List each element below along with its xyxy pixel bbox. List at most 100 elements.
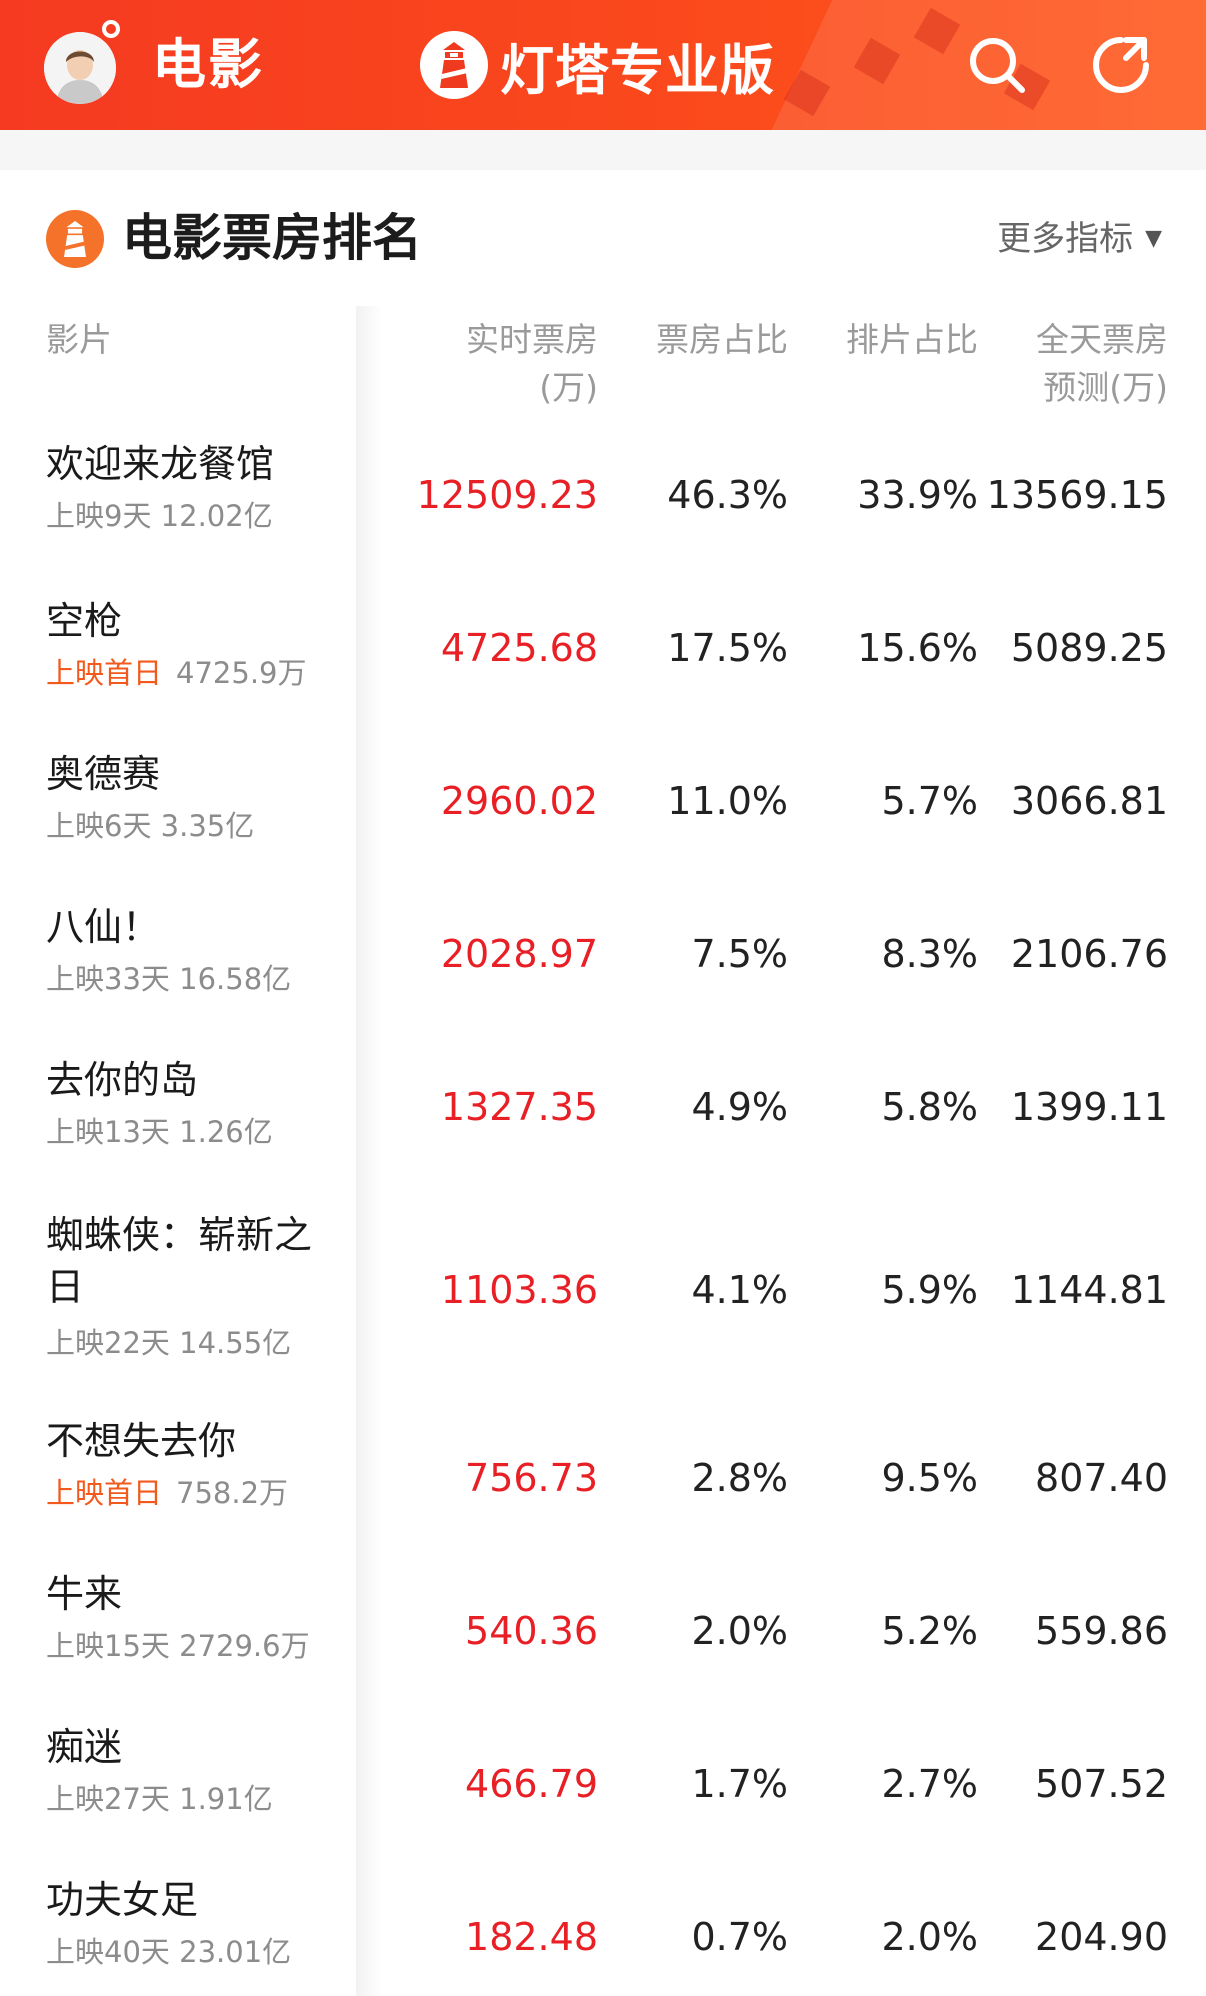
movie-release-info: 上映6天 3.35亿	[46, 806, 254, 846]
movie-release-info: 上映22天 14.55亿	[46, 1323, 291, 1363]
movie-release-info: 上映33天 16.58亿	[46, 959, 291, 999]
movie-release-detail: 上映13天 1.26亿	[46, 1115, 273, 1149]
column-header-forecast-line2: 预测(万)	[1043, 368, 1168, 407]
movie-name: 不想失去你	[46, 1419, 237, 1463]
screening-share: 15.6%	[857, 626, 978, 670]
column-header-realtime-line2: (万)	[539, 368, 598, 407]
more-metrics-label: 更多指标	[997, 219, 1134, 259]
table-row[interactable]: 奥德赛 上映6天 3.35亿 2960.02 11.0% 5.7% 3066.8…	[0, 740, 1206, 893]
section-title: 电影票房排名	[122, 209, 422, 267]
daily-forecast: 2106.76	[1010, 932, 1168, 976]
screening-share: 5.8%	[881, 1085, 978, 1129]
screening-share: 5.2%	[881, 1609, 978, 1653]
avatar-badge-ring	[102, 20, 120, 38]
more-metrics-dropdown[interactable]: 更多指标 ▼	[997, 216, 1162, 262]
brand: 灯塔专业版	[420, 30, 775, 102]
realtime-box-office: 466.79	[465, 1762, 598, 1806]
release-first-day-tag: 上映首日	[46, 656, 163, 690]
table-row[interactable]: 牛来 上映15天 2729.6万 540.36 2.0% 5.2% 559.86	[0, 1560, 1206, 1713]
movie-release-detail: 上映40天 23.01亿	[46, 1935, 292, 1969]
movie-release-detail: 上映15天 2729.6万	[46, 1629, 310, 1663]
movie-name: 八仙！	[46, 905, 161, 949]
box-office-share: 46.3%	[667, 473, 788, 517]
table-row[interactable]: 去你的岛 上映13天 1.26亿 1327.35 4.9% 5.8% 1399.…	[0, 1046, 1206, 1199]
movie-name: 空枪	[46, 599, 123, 643]
box-office-share: 11.0%	[667, 779, 788, 823]
movie-release-info: 上映9天 12.02亿	[46, 496, 273, 536]
box-office-share: 2.8%	[691, 1456, 788, 1500]
column-header-share[interactable]: 票房占比	[598, 316, 788, 364]
table-row[interactable]: 空枪 上映首日 4725.9万 4725.68 17.5% 15.6% 5089.…	[0, 587, 1206, 740]
movie-name: 奥德赛	[46, 752, 161, 796]
daily-forecast: 5089.25	[1010, 626, 1168, 670]
realtime-box-office: 1327.35	[440, 1085, 598, 1129]
header-separator	[0, 130, 1206, 170]
refresh-icon[interactable]	[1090, 34, 1152, 96]
movie-release-detail: 上映33天 16.58亿	[46, 962, 292, 996]
box-office-share: 0.7%	[691, 1915, 788, 1959]
movie-name: 去你的岛	[46, 1058, 199, 1102]
daily-forecast: 1399.11	[1010, 1085, 1168, 1129]
column-header-forecast-line1: 全天票房	[1036, 320, 1168, 359]
daily-forecast: 507.52	[1035, 1762, 1168, 1806]
column-header-screen[interactable]: 排片占比	[788, 316, 978, 364]
column-header-realtime[interactable]: 实时票房 (万)	[408, 316, 598, 412]
movie-release-detail: 758.2万	[176, 1476, 289, 1510]
screening-share: 5.7%	[881, 779, 978, 823]
movie-release-detail: 4725.9万	[176, 656, 307, 690]
daily-forecast: 3066.81	[1010, 779, 1168, 823]
realtime-box-office: 2028.97	[440, 932, 598, 976]
table-row[interactable]: 八仙！ 上映33天 16.58亿 2028.97 7.5% 8.3% 2106.…	[0, 893, 1206, 1046]
realtime-box-office: 4725.68	[440, 626, 598, 670]
column-header-realtime-line1: 实时票房	[466, 320, 598, 359]
table-row[interactable]: 痴迷 上映27天 1.91亿 466.79 1.7% 2.7% 507.52	[0, 1713, 1206, 1866]
movie-release-info: 上映15天 2729.6万	[46, 1626, 310, 1666]
daily-forecast: 13569.15	[986, 473, 1168, 517]
movie-name: 蜘蛛侠：崭新之日	[46, 1213, 313, 1309]
table-row[interactable]: 不想失去你 上映首日 758.2万 756.73 2.8% 9.5% 807.40	[0, 1407, 1206, 1560]
screening-share: 9.5%	[881, 1456, 978, 1500]
release-first-day-tag: 上映首日	[46, 1476, 163, 1510]
box-office-share: 17.5%	[667, 626, 788, 670]
realtime-box-office: 1103.36	[440, 1268, 598, 1312]
screening-share: 8.3%	[881, 932, 978, 976]
movie-name: 痴迷	[46, 1725, 123, 1769]
movie-release-info: 上映40天 23.01亿	[46, 1932, 291, 1972]
column-header-film: 影片	[46, 320, 112, 359]
screening-share: 5.9%	[881, 1268, 978, 1312]
movie-release-detail: 上映9天 12.02亿	[46, 499, 273, 533]
table-row[interactable]: 功夫女足 上映40天 23.01亿 182.48 0.7% 2.0% 204.9…	[0, 1866, 1206, 1996]
screening-share: 2.0%	[881, 1915, 978, 1959]
page-title: 电影	[152, 33, 264, 96]
search-icon[interactable]	[966, 34, 1028, 96]
realtime-box-office: 756.73	[465, 1456, 598, 1500]
screening-share: 33.9%	[857, 473, 978, 517]
movie-release-detail: 上映22天 14.55亿	[46, 1326, 292, 1360]
top-app-bar: 电影 灯塔专业版	[0, 0, 1206, 130]
daily-forecast: 204.90	[1035, 1915, 1168, 1959]
realtime-box-office: 2960.02	[440, 779, 598, 823]
brand-name: 灯塔专业版	[500, 38, 775, 102]
movie-release-info: 上映13天 1.26亿	[46, 1112, 273, 1152]
movie-name: 牛来	[46, 1572, 123, 1616]
table-row[interactable]: 蜘蛛侠：崭新之日 上映22天 14.55亿 1103.36 4.1% 5.9% …	[0, 1199, 1206, 1407]
table-row[interactable]: 欢迎来龙餐馆 上映9天 12.02亿 12509.23 46.3% 33.9% …	[0, 434, 1206, 587]
daily-forecast: 1144.81	[1010, 1268, 1168, 1312]
lighthouse-logo-icon	[420, 31, 488, 99]
column-header-forecast[interactable]: 全天票房 预测(万)	[978, 316, 1168, 412]
daily-forecast: 807.40	[1035, 1456, 1168, 1500]
box-office-share: 4.1%	[691, 1268, 788, 1312]
movie-release-info: 上映首日 758.2万	[46, 1473, 288, 1513]
user-avatar-icon[interactable]	[44, 32, 116, 104]
movie-name: 欢迎来龙餐馆	[46, 442, 275, 486]
movie-release-info: 上映首日 4725.9万	[46, 653, 307, 693]
daily-forecast: 559.86	[1035, 1609, 1168, 1653]
box-office-share: 7.5%	[691, 932, 788, 976]
box-office-share: 4.9%	[691, 1085, 788, 1129]
box-office-share: 2.0%	[691, 1609, 788, 1653]
movie-name: 功夫女足	[46, 1878, 199, 1922]
screening-share: 2.7%	[881, 1762, 978, 1806]
movie-release-info: 上映27天 1.91亿	[46, 1779, 273, 1819]
caret-down-icon: ▼	[1145, 226, 1162, 251]
lighthouse-logo-icon	[46, 210, 104, 268]
